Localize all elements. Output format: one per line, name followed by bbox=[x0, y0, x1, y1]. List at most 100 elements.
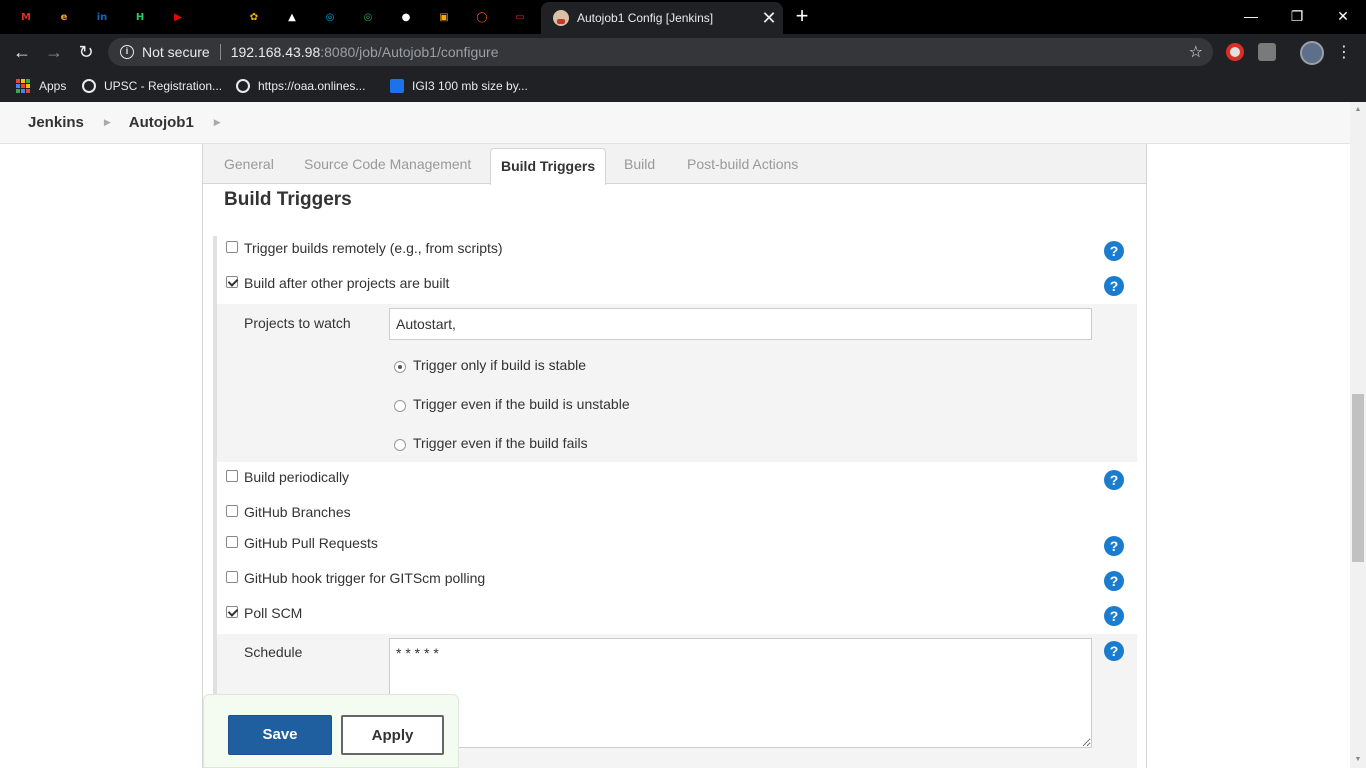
build-periodically-label[interactable]: Build periodically bbox=[244, 469, 349, 485]
globe-icon bbox=[236, 79, 250, 93]
github-pull-requests-checkbox[interactable] bbox=[226, 536, 238, 548]
trigger-remote-checkbox[interactable] bbox=[226, 241, 238, 253]
bookmark-label: https://oaa.onlines... bbox=[258, 79, 366, 93]
pinned-tab[interactable]: ▣ bbox=[432, 6, 456, 28]
infinity-icon: ∞ bbox=[211, 11, 221, 23]
jenkins-favicon-icon bbox=[553, 10, 569, 26]
restore-button[interactable]: ❐ bbox=[1274, 4, 1320, 28]
help-icon[interactable]: ? bbox=[1104, 276, 1124, 296]
pinned-tab[interactable]: M bbox=[14, 6, 38, 28]
radio-stable-label[interactable]: Trigger only if build is stable bbox=[413, 357, 586, 373]
pinned-tab[interactable]: ◎ bbox=[356, 6, 380, 28]
forward-arrow-icon[interactable]: → bbox=[41, 40, 67, 64]
scroll-down-icon[interactable]: ▼ bbox=[1350, 752, 1366, 768]
breadcrumb-chevron-icon[interactable]: ▶ bbox=[104, 117, 111, 128]
profile-avatar[interactable] bbox=[1300, 41, 1324, 65]
pinned-tab[interactable]: ∞ bbox=[204, 6, 228, 28]
browser-menu-icon[interactable]: ⋮ bbox=[1336, 42, 1352, 62]
config-tabs: General Source Code Management Build Tri… bbox=[203, 144, 1146, 185]
info-icon[interactable]: i bbox=[120, 45, 134, 59]
github-hook-checkbox[interactable] bbox=[226, 571, 238, 583]
bookmark-star-icon[interactable]: ☆ bbox=[1189, 42, 1203, 62]
pinned-tab[interactable]: ● bbox=[394, 6, 418, 28]
pinned-tab[interactable]: ▲ bbox=[280, 6, 304, 28]
apply-button[interactable]: Apply bbox=[341, 715, 444, 755]
help-icon[interactable]: ? bbox=[1104, 536, 1124, 556]
github-branches-checkbox[interactable] bbox=[226, 505, 238, 517]
tab-close-icon[interactable]: ✕ bbox=[755, 9, 783, 27]
flower-icon: ✿ bbox=[249, 11, 259, 23]
tab-general[interactable]: General bbox=[224, 144, 274, 184]
globe-icon bbox=[82, 79, 96, 93]
poll-scm-label[interactable]: Poll SCM bbox=[244, 605, 302, 621]
extension-k-icon[interactable] bbox=[1258, 43, 1276, 61]
pinned-tab[interactable]: e bbox=[52, 6, 76, 28]
new-tab-button[interactable]: + bbox=[789, 4, 815, 30]
radio-stable[interactable] bbox=[394, 361, 406, 373]
github-branches-label[interactable]: GitHub Branches bbox=[244, 504, 351, 520]
scrollbar-thumb[interactable] bbox=[1352, 394, 1364, 562]
help-icon[interactable]: ? bbox=[1104, 641, 1124, 661]
build-after-label[interactable]: Build after other projects are built bbox=[244, 275, 449, 291]
projects-to-watch-label: Projects to watch bbox=[244, 315, 351, 331]
bookmark-apps[interactable]: Apps bbox=[16, 70, 66, 102]
slides-icon: ▣ bbox=[439, 11, 449, 23]
pinned-tab[interactable]: ✿ bbox=[242, 6, 266, 28]
save-button[interactable]: Save bbox=[228, 715, 332, 755]
breadcrumb-job[interactable]: Autojob1 bbox=[129, 114, 194, 131]
oracle-ring-icon: ◯ bbox=[476, 11, 488, 23]
radio-unstable[interactable] bbox=[394, 400, 406, 412]
youtube-icon: ▶ bbox=[174, 11, 182, 23]
pinned-tab[interactable]: ▭ bbox=[508, 6, 532, 28]
section-title: Build Triggers bbox=[224, 189, 352, 210]
browser-tab-strip: Me in H ▶ ∞ ✿ ▲ ◎ ◎ ● ▣ ◯ ▭ Autojob1 Config [Jenkins… bbox=[0, 0, 1366, 34]
radio-fails-label[interactable]: Trigger even if the build fails bbox=[413, 435, 588, 451]
minimize-button[interactable]: — bbox=[1228, 4, 1274, 28]
trigger-remote-label[interactable]: Trigger builds remotely (e.g., from scri… bbox=[244, 240, 503, 256]
build-after-checkbox[interactable] bbox=[226, 276, 238, 288]
page-scrollbar[interactable]: ▲ ▼ bbox=[1350, 102, 1366, 768]
projects-to-watch-input[interactable] bbox=[389, 308, 1092, 340]
help-icon[interactable]: ? bbox=[1104, 470, 1124, 490]
build-periodically-checkbox[interactable] bbox=[226, 470, 238, 482]
bookmark-label: IGI3 100 mb size by... bbox=[412, 79, 528, 93]
pinned-tab[interactable]: ▶ bbox=[166, 6, 190, 28]
bookmark-app-icon: ▲ bbox=[288, 11, 296, 23]
reload-icon[interactable]: ↻ bbox=[73, 40, 99, 64]
config-panel: General Source Code Management Build Tri… bbox=[202, 144, 1147, 768]
pinned-tab[interactable]: H bbox=[128, 6, 152, 28]
bookmark-label: UPSC - Registration... bbox=[104, 79, 223, 93]
bookmark-igi3[interactable]: IGI3 100 mb size by... bbox=[390, 70, 528, 102]
pinned-tab[interactable]: in bbox=[90, 6, 114, 28]
scroll-up-icon[interactable]: ▲ bbox=[1350, 102, 1366, 118]
github-hook-label[interactable]: GitHub hook trigger for GITScm polling bbox=[244, 570, 485, 586]
breadcrumb-chevron-icon[interactable]: ▶ bbox=[214, 117, 221, 128]
pinned-tab[interactable]: ◯ bbox=[470, 6, 494, 28]
github-pull-requests-label[interactable]: GitHub Pull Requests bbox=[244, 535, 378, 551]
tab-source-code-management[interactable]: Source Code Management bbox=[304, 144, 471, 184]
help-icon[interactable]: ? bbox=[1104, 241, 1124, 261]
bookmark-upsc[interactable]: UPSC - Registration... bbox=[82, 70, 222, 102]
tab-build-triggers[interactable]: Build Triggers bbox=[490, 148, 607, 185]
help-icon[interactable]: ? bbox=[1104, 571, 1124, 591]
linkedin-icon: in bbox=[96, 11, 108, 23]
extension-record-icon[interactable] bbox=[1226, 43, 1244, 61]
schedule-textarea[interactable] bbox=[389, 638, 1092, 748]
poll-scm-checkbox[interactable] bbox=[226, 606, 238, 618]
breadcrumb-jenkins[interactable]: Jenkins bbox=[28, 114, 84, 131]
back-arrow-icon[interactable]: ← bbox=[9, 40, 35, 64]
pinned-tab[interactable]: ◎ bbox=[318, 6, 342, 28]
url-path: :8080/job/Autojob1/configure bbox=[320, 44, 499, 60]
tab-build[interactable]: Build bbox=[624, 144, 655, 184]
help-icon[interactable]: ? bbox=[1104, 606, 1124, 626]
edureka-icon: e bbox=[60, 11, 68, 23]
radio-unstable-label[interactable]: Trigger even if the build is unstable bbox=[413, 396, 630, 412]
radio-fails[interactable] bbox=[394, 439, 406, 451]
url-host: 192.168.43.98 bbox=[230, 44, 321, 60]
close-window-button[interactable]: ✕ bbox=[1320, 4, 1366, 28]
browser-tab-active[interactable]: Autojob1 Config [Jenkins] ✕ bbox=[541, 2, 783, 34]
tab-post-build-actions[interactable]: Post-build Actions bbox=[687, 144, 798, 184]
address-bar[interactable]: i Not secure 192.168.43.98 :8080/job/Aut… bbox=[108, 38, 1213, 66]
tab-title: Autojob1 Config [Jenkins] bbox=[577, 11, 714, 25]
bookmark-oaa[interactable]: https://oaa.onlines... bbox=[236, 70, 365, 102]
